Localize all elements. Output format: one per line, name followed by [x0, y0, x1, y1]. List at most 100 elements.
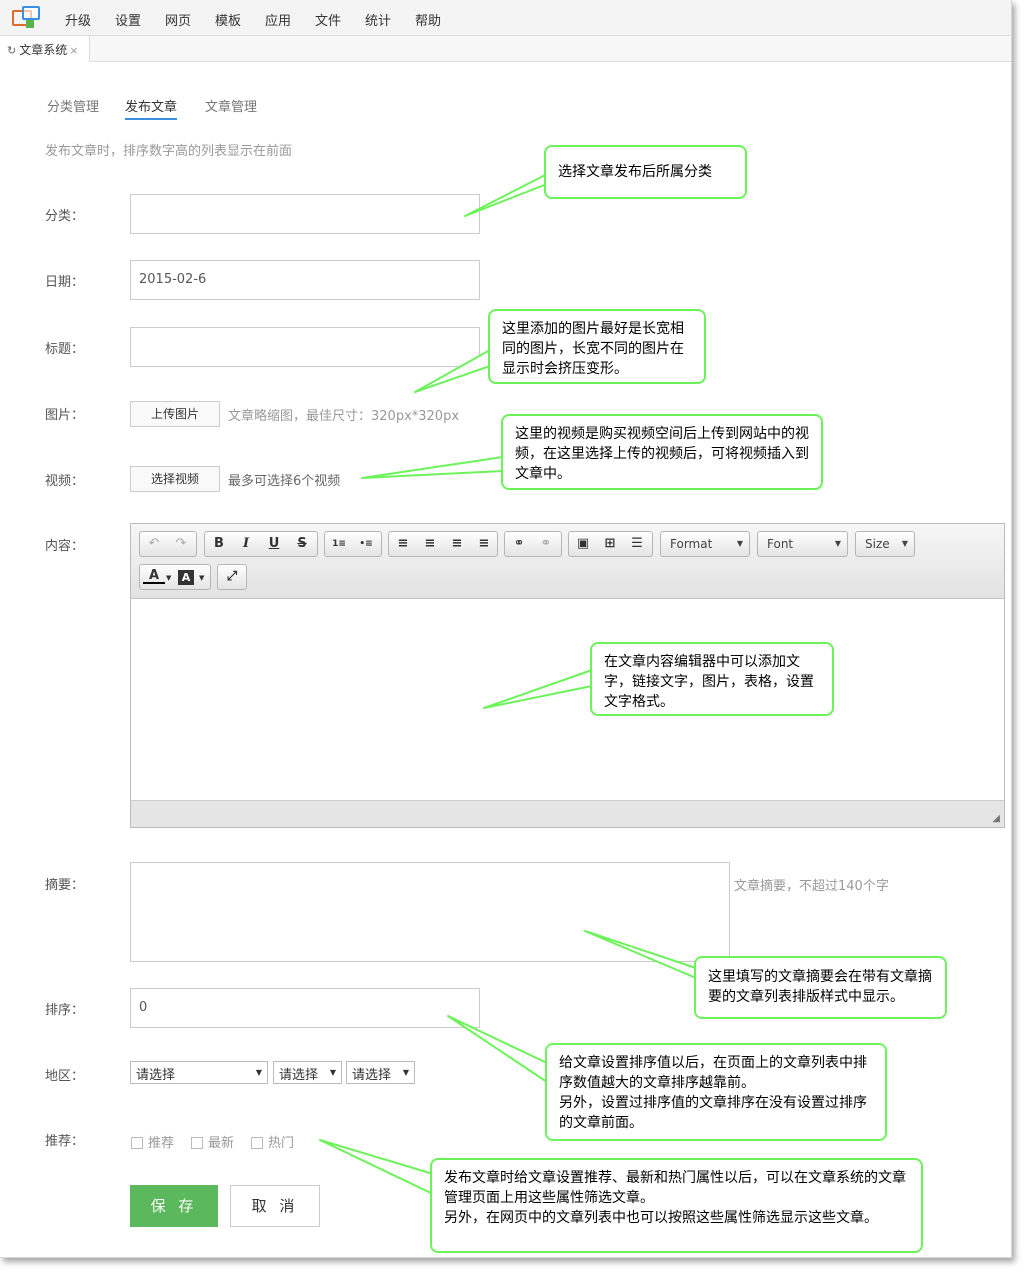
- insert-group: ▣ ⊞ ☰: [568, 531, 653, 557]
- text-style-group: B I U S: [204, 531, 318, 557]
- refresh-icon[interactable]: ↻: [7, 44, 16, 57]
- document-tab-bar: ↻ 文章系统 ×: [0, 36, 1011, 62]
- link-group: ⚭ ⚭: [504, 531, 562, 557]
- format-combo[interactable]: Format ▼: [660, 531, 750, 557]
- color-group: A ▼ A ▼: [139, 564, 211, 590]
- align-left-icon[interactable]: ≡: [392, 534, 414, 554]
- tab-label: 文章系统: [19, 43, 68, 57]
- subtab-article-manage[interactable]: 文章管理: [205, 96, 257, 115]
- editor-content-area[interactable]: [131, 600, 1004, 800]
- underline-icon[interactable]: U: [263, 534, 285, 554]
- video-note: 最多可选择6个视频: [228, 474, 341, 489]
- justify-icon[interactable]: ≡: [473, 534, 495, 554]
- video-label: 视频：: [45, 474, 85, 489]
- summary-callout: 这里填写的文章摘要会在带有文章摘要的文章列表排版样式中显示。: [694, 956, 947, 1019]
- link-icon[interactable]: ⚭: [508, 534, 530, 554]
- summary-note: 文章摘要，不超过140个字: [734, 879, 889, 894]
- region-province-select[interactable]: 请选择 ▼: [130, 1061, 268, 1084]
- size-combo-label: Size: [865, 537, 890, 551]
- menu-template[interactable]: 模板: [215, 10, 241, 29]
- menu-bar: 升级 设置 网页 模板 应用 文件 统计 帮助: [0, 0, 1011, 36]
- region-city-select[interactable]: 请选择 ▼: [273, 1061, 342, 1084]
- menu-settings[interactable]: 设置: [115, 10, 141, 29]
- select-value: 请选择: [136, 1068, 176, 1083]
- checkbox-box[interactable]: [191, 1137, 203, 1149]
- checkbox-latest[interactable]: 最新: [191, 1132, 234, 1151]
- menu-help[interactable]: 帮助: [415, 10, 441, 29]
- text-color-icon[interactable]: A: [143, 567, 165, 584]
- align-group: ≡ ≡ ≡ ≡: [388, 531, 498, 557]
- chevron-down-icon: ▼: [255, 1068, 262, 1077]
- font-combo[interactable]: Font ▼: [757, 531, 848, 557]
- background-color-icon[interactable]: A: [178, 570, 194, 585]
- order-input[interactable]: 0: [130, 988, 480, 1028]
- video-callout: 这里的视频是购买视频空间后上传到网站中的视频，在这里选择上传的视频后，可将视频插…: [501, 414, 823, 490]
- menu-stats[interactable]: 统计: [365, 10, 391, 29]
- list-group: 1≡ •≡: [324, 531, 382, 557]
- strikethrough-icon[interactable]: S: [291, 534, 313, 554]
- table-icon[interactable]: ⊞: [599, 534, 621, 554]
- close-icon[interactable]: ×: [69, 44, 78, 57]
- cancel-button[interactable]: 取 消: [230, 1185, 320, 1227]
- checkbox-box[interactable]: [251, 1137, 263, 1149]
- bulleted-list-icon[interactable]: •≡: [355, 534, 377, 554]
- menu-files[interactable]: 文件: [315, 10, 341, 29]
- horizontal-rule-icon[interactable]: ☰: [626, 534, 648, 554]
- checkbox-hot[interactable]: 热门: [251, 1132, 294, 1151]
- content-callout: 在文章内容编辑器中可以添加文字，链接文字，图片，表格，设置文字格式。: [590, 642, 834, 716]
- editor-status-bar: ◢: [131, 800, 1004, 827]
- app-logo-icon[interactable]: [12, 6, 42, 30]
- checkbox-box[interactable]: [131, 1137, 143, 1149]
- image-label: 图片：: [45, 408, 85, 423]
- select-video-button[interactable]: 选择视频: [130, 466, 220, 492]
- summary-label: 摘要：: [45, 878, 85, 893]
- align-center-icon[interactable]: ≡: [419, 534, 441, 554]
- menu-apps[interactable]: 应用: [265, 10, 291, 29]
- resize-grip-icon[interactable]: ◢: [992, 813, 1000, 824]
- image-icon[interactable]: ▣: [572, 534, 594, 554]
- chevron-down-icon: ▼: [901, 539, 908, 548]
- chevron-down-icon: ▼: [834, 539, 841, 548]
- form-hint: 发布文章时，排序数字高的列表显示在前面: [45, 144, 293, 159]
- undo-icon[interactable]: ↶: [143, 534, 165, 554]
- category-input[interactable]: [130, 194, 480, 234]
- checkbox-label: 推荐: [148, 1136, 175, 1151]
- category-callout: 选择文章发布后所属分类: [544, 145, 747, 199]
- summary-textarea[interactable]: [130, 862, 730, 962]
- checkbox-label: 热门: [268, 1136, 295, 1151]
- region-district-select[interactable]: 请选择 ▼: [346, 1061, 415, 1084]
- order-callout: 给文章设置排序值以后，在页面上的文章列表中排序数值越大的文章排序越靠前。 另外，…: [545, 1043, 887, 1141]
- title-input[interactable]: [130, 327, 480, 367]
- align-right-icon[interactable]: ≡: [446, 534, 468, 554]
- tab-article-system[interactable]: ↻ 文章系统 ×: [0, 36, 90, 62]
- select-value: 请选择: [352, 1068, 392, 1083]
- size-combo[interactable]: Size ▼: [855, 531, 915, 557]
- rich-text-editor: ↶ ↷ B I U S 1≡ •≡ ≡ ≡ ≡ ≡ ⚭ ⚭ ▣ ⊞ ☰ Form…: [130, 523, 1005, 828]
- bold-icon[interactable]: B: [208, 534, 230, 554]
- category-label: 分类：: [45, 209, 85, 224]
- image-note: 文章略缩图，最佳尺寸：320px*320px: [228, 409, 460, 424]
- image-callout: 这里添加的图片最好是长宽相同的图片，长宽不同的图片在显示时会挤压变形。: [488, 309, 706, 384]
- chevron-down-icon: ▼: [329, 1068, 336, 1077]
- checkbox-recommend[interactable]: 推荐: [131, 1132, 174, 1151]
- menu-upgrade[interactable]: 升级: [65, 10, 91, 29]
- format-combo-label: Format: [670, 537, 713, 551]
- save-button[interactable]: 保 存: [130, 1185, 218, 1227]
- numbered-list-icon[interactable]: 1≡: [328, 534, 350, 554]
- maximize-icon[interactable]: ⤢: [221, 567, 243, 587]
- content-label: 内容：: [45, 539, 85, 554]
- unlink-icon[interactable]: ⚭: [535, 534, 557, 554]
- chevron-down-icon: ▼: [736, 539, 743, 548]
- italic-icon[interactable]: I: [235, 534, 257, 554]
- subtab-category-manage[interactable]: 分类管理: [47, 96, 99, 115]
- date-input[interactable]: 2015-02-6: [130, 260, 480, 300]
- upload-image-button[interactable]: 上传图片: [130, 401, 220, 427]
- recommend-label: 推荐：: [45, 1134, 85, 1149]
- region-label: 地区：: [45, 1069, 85, 1084]
- editor-toolbar: ↶ ↷ B I U S 1≡ •≡ ≡ ≡ ≡ ≡ ⚭ ⚭ ▣ ⊞ ☰ Form…: [131, 524, 1004, 599]
- redo-icon[interactable]: ↷: [170, 534, 192, 554]
- subtab-publish-article[interactable]: 发布文章: [125, 96, 178, 120]
- menu-webpage[interactable]: 网页: [165, 10, 191, 29]
- select-value: 请选择: [279, 1068, 319, 1083]
- font-combo-label: Font: [767, 537, 794, 551]
